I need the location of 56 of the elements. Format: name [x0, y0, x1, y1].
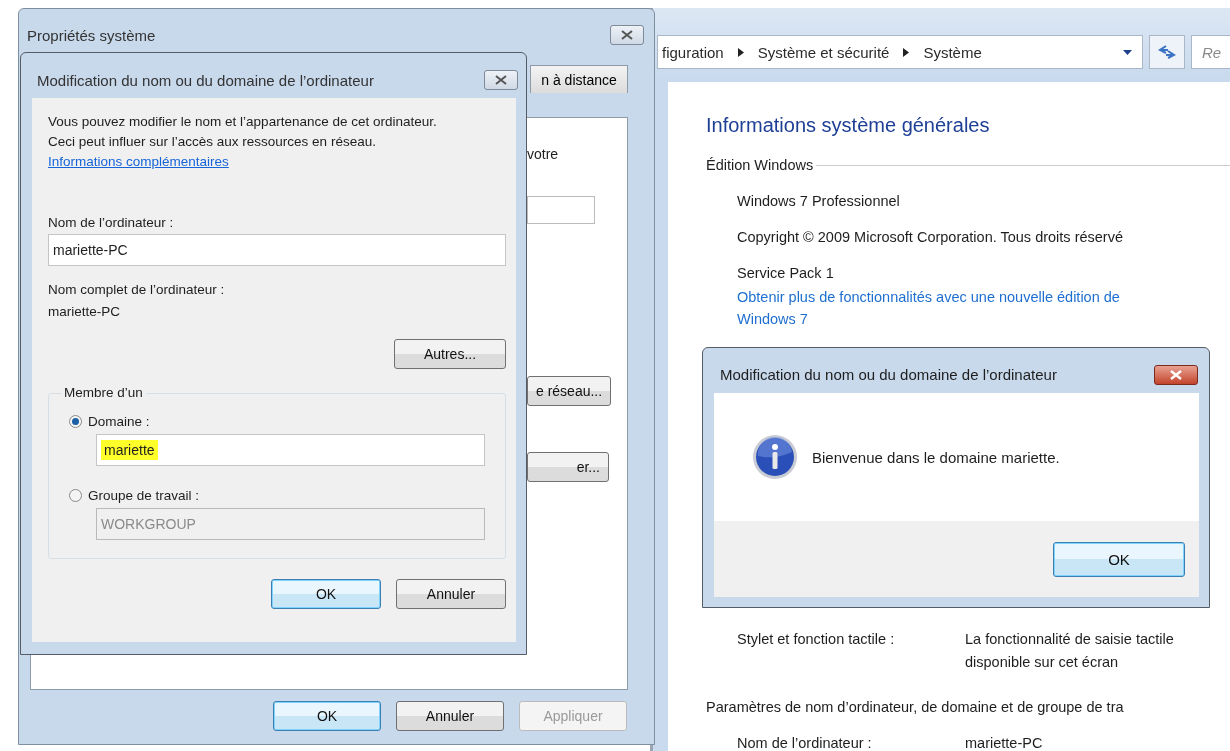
close-icon	[621, 30, 633, 40]
dialog-button[interactable]: Annuler	[396, 701, 504, 731]
close-button[interactable]	[484, 70, 518, 90]
info-link[interactable]: Informations complémentaires	[48, 154, 229, 169]
radio-button[interactable]	[69, 415, 82, 428]
close-icon	[495, 75, 507, 85]
window-title: Propriétés système	[27, 26, 156, 44]
chevron-right-icon	[737, 47, 744, 57]
property-value: mariette-PC	[965, 734, 1043, 751]
search-field[interactable]: Re	[1191, 35, 1230, 69]
more-button[interactable]: Autres...	[394, 339, 506, 369]
dialog-title: Modification du nom ou du domaine de l’ordinateur	[720, 366, 1057, 383]
group-title: Membre d’un	[61, 385, 146, 400]
info-icon	[752, 434, 798, 480]
group-title: Paramètres de nom d’ordinateur, de domaine et de groupe de tra	[706, 698, 1125, 717]
close-button[interactable]	[610, 25, 644, 45]
dialog-button[interactable]: Annuler	[396, 579, 506, 609]
tab[interactable]: n à distance	[530, 65, 628, 93]
property-value: disponible sur cet écran	[965, 653, 1120, 672]
property-label: Nom de l’ordinateur :	[737, 734, 873, 751]
field-label: Nom complet de l’ordinateur :	[48, 282, 226, 297]
field-value: mariette	[101, 440, 158, 460]
close-button[interactable]	[1154, 364, 1198, 385]
refresh-button[interactable]	[1149, 35, 1185, 69]
message-text: Bienvenue dans le domaine mariette.	[812, 448, 1060, 466]
radio-label[interactable]: Domaine :	[88, 414, 150, 429]
description-text: votre	[527, 146, 559, 162]
dialog-button[interactable]: er...	[527, 452, 609, 482]
computer-name-field[interactable]: mariette-PC	[48, 234, 506, 266]
property-value: La fonctionnalité de saisie tactile	[965, 630, 1174, 649]
text-field[interactable]: mariette	[96, 434, 485, 466]
field-label: Nom de l’ordinateur :	[48, 215, 175, 230]
group-title: Édition Windows	[706, 157, 814, 173]
close-icon	[1170, 369, 1182, 380]
edition-text: Windows 7 Professionnel	[737, 192, 901, 211]
dialog-title: Modification du nom ou du domaine de l’ordinateur	[37, 71, 374, 89]
dialog-button[interactable]: e réseau...	[527, 376, 611, 406]
full-name-text: mariette-PC	[48, 304, 121, 319]
ok-button[interactable]: OK	[1053, 541, 1185, 577]
refresh-arrows-icon	[1158, 44, 1176, 60]
caret-down-icon[interactable]	[1123, 49, 1132, 55]
field-value: WORKGROUP	[101, 516, 196, 532]
breadcrumb-item[interactable]: Système	[923, 43, 982, 61]
dialog-button[interactable]: OK	[271, 579, 381, 609]
address-bar[interactable]: figuration Système et sécurité Système	[657, 35, 1143, 69]
edition-text: Copyright © 2009 Microsoft Corporation. Tous droits réservé	[737, 228, 1124, 247]
description-text: Vous pouvez modifier le nom et l’appartenance de cet ordinateur. Ceci peut influer sur l’accès aux ressources en réseau. Informations complémentaires	[48, 113, 438, 171]
chevron-right-icon	[903, 47, 910, 57]
breadcrumb-item[interactable]: figuration	[662, 43, 724, 61]
section-heading: Informations système générales	[706, 114, 991, 138]
text-field[interactable]	[527, 196, 595, 224]
dialog-button[interactable]: OK	[273, 701, 381, 731]
edition-text: Service Pack 1	[737, 264, 835, 283]
property-label: Stylet et fonction tactile :	[737, 630, 896, 649]
upgrade-link[interactable]: Obtenir plus de fonctionnalités avec une nouvelle édition de Windows 7	[737, 286, 1177, 330]
breadcrumb-item[interactable]: Système et sécurité	[757, 43, 890, 61]
